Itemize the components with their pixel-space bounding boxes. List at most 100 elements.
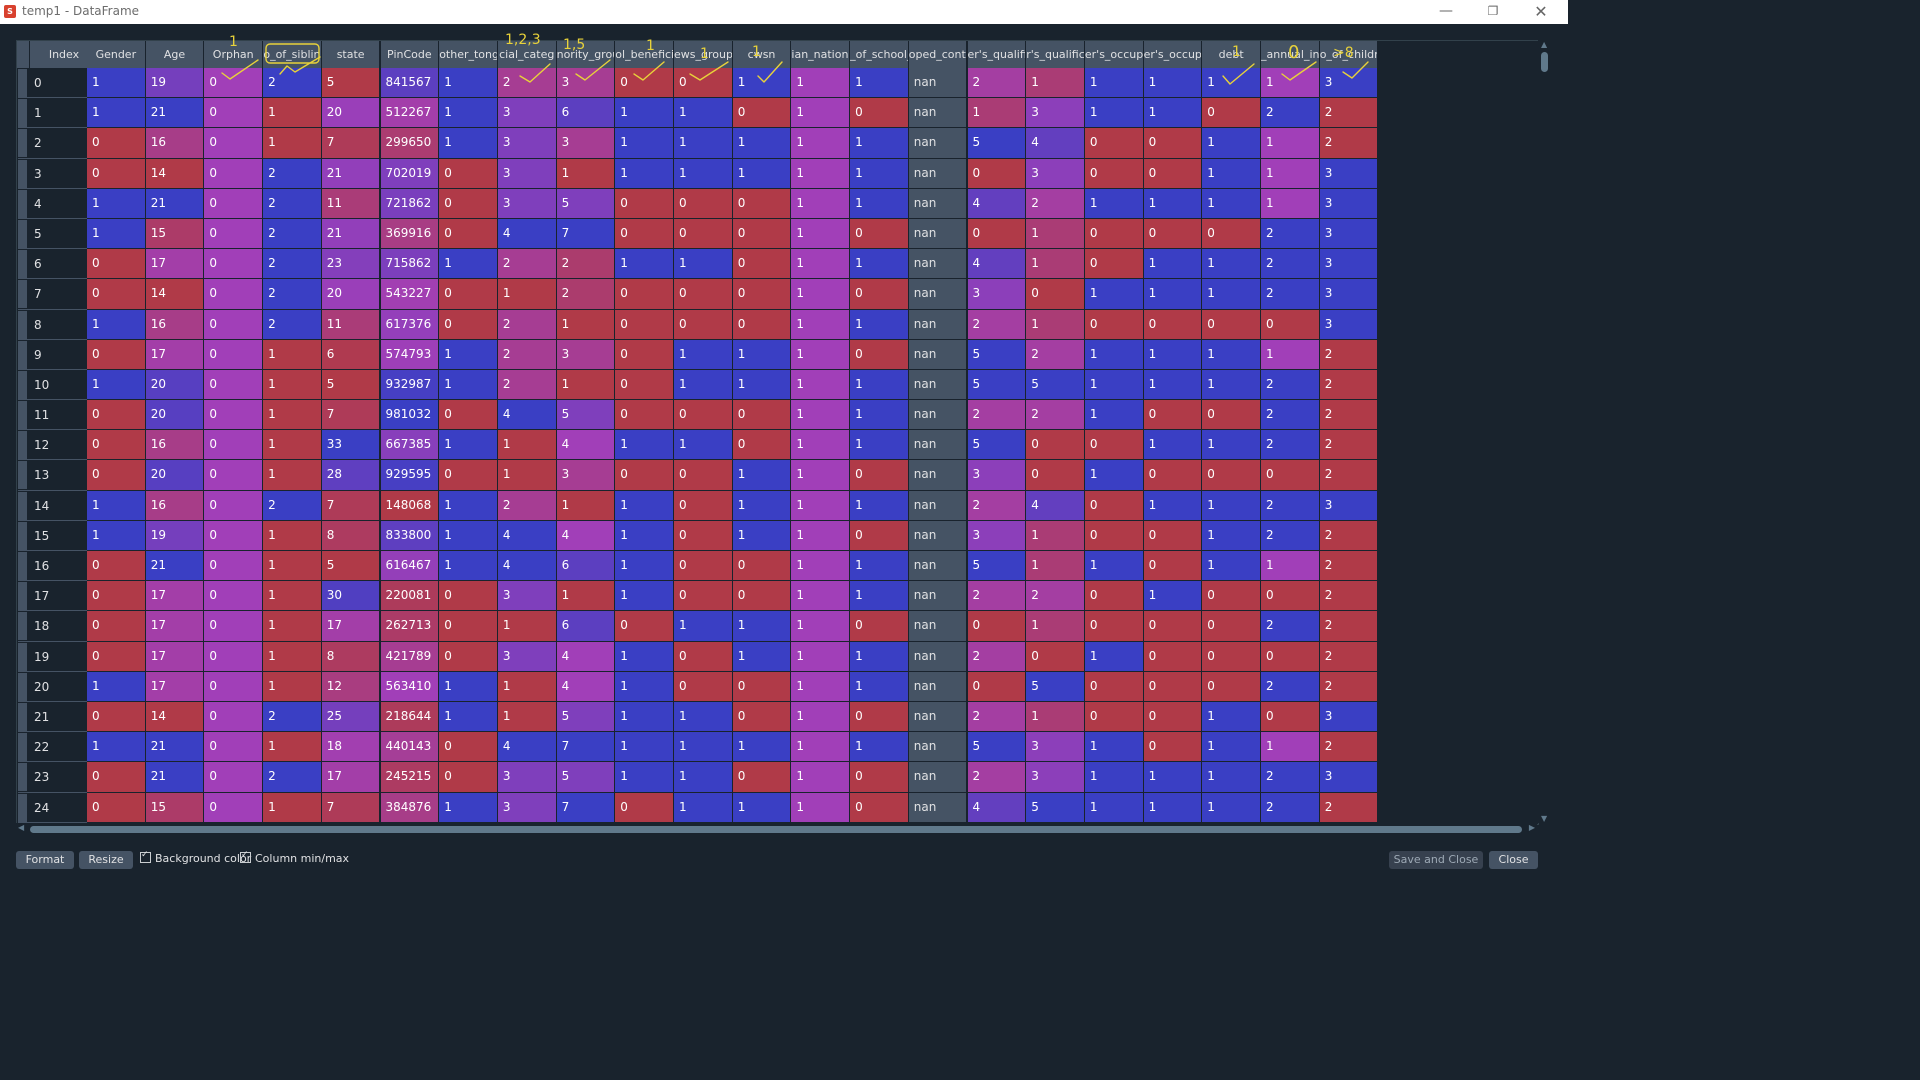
- table-cell[interactable]: 1: [615, 762, 674, 793]
- table-cell[interactable]: 0: [732, 701, 792, 733]
- table-cell[interactable]: 1: [1261, 339, 1320, 370]
- table-cell[interactable]: 1: [1202, 128, 1261, 159]
- table-cell[interactable]: 1: [1084, 551, 1144, 582]
- column-header[interactable]: o_of_childre: [1319, 41, 1379, 68]
- table-cell[interactable]: 512267: [380, 98, 440, 129]
- table-cell[interactable]: 28: [321, 460, 381, 491]
- table-cell[interactable]: 0: [1143, 218, 1203, 250]
- table-cell[interactable]: nan: [908, 611, 968, 642]
- table-cell[interactable]: 932987: [380, 369, 440, 401]
- table-cell[interactable]: 7: [556, 792, 616, 823]
- table-cell[interactable]: nan: [908, 249, 968, 280]
- table-cell[interactable]: 4: [1026, 490, 1085, 521]
- table-cell[interactable]: 440143: [380, 732, 440, 763]
- table-cell[interactable]: 1: [791, 339, 851, 370]
- table-cell[interactable]: nan: [908, 98, 968, 129]
- table-cell[interactable]: 1: [1143, 762, 1203, 793]
- table-cell[interactable]: 0: [439, 460, 498, 491]
- table-cell[interactable]: 23: [321, 249, 381, 280]
- table-cell[interactable]: 2: [1319, 641, 1379, 672]
- table-cell[interactable]: 3: [1026, 732, 1085, 763]
- column-header[interactable]: ol_beneficia: [615, 41, 674, 68]
- table-cell[interactable]: 0: [732, 249, 792, 280]
- table-cell[interactable]: 1: [439, 339, 498, 370]
- table-cell[interactable]: 2: [1261, 249, 1320, 280]
- table-cell[interactable]: 384876: [380, 792, 440, 823]
- table-cell[interactable]: 0: [1143, 701, 1203, 733]
- row-index[interactable]: 10: [18, 369, 98, 401]
- table-cell[interactable]: 2: [1319, 98, 1379, 129]
- table-cell[interactable]: nan: [908, 218, 968, 250]
- table-cell[interactable]: 1: [87, 671, 146, 702]
- table-cell[interactable]: 0: [1143, 460, 1203, 491]
- table-cell[interactable]: 2: [967, 490, 1027, 521]
- table-cell[interactable]: 1: [615, 551, 674, 582]
- table-cell[interactable]: nan: [908, 309, 968, 340]
- column-header[interactable]: cwsn: [732, 41, 792, 68]
- table-cell[interactable]: 1: [87, 369, 146, 401]
- table-cell[interactable]: 0: [1026, 279, 1085, 310]
- table-cell[interactable]: 1: [263, 581, 322, 612]
- table-cell[interactable]: 3: [1026, 158, 1085, 189]
- table-cell[interactable]: 17: [145, 671, 205, 702]
- table-cell[interactable]: 2: [263, 279, 322, 310]
- row-index[interactable]: 17: [18, 581, 98, 612]
- table-cell[interactable]: 0: [1202, 611, 1261, 642]
- row-index[interactable]: 11: [18, 400, 98, 431]
- table-cell[interactable]: 1: [850, 400, 909, 431]
- table-cell[interactable]: 1: [732, 68, 792, 99]
- table-cell[interactable]: 2: [497, 339, 557, 370]
- table-cell[interactable]: 0: [1084, 671, 1144, 702]
- table-cell[interactable]: 0: [674, 68, 733, 99]
- table-cell[interactable]: 1: [87, 98, 146, 129]
- table-cell[interactable]: 0: [204, 400, 264, 431]
- table-cell[interactable]: 21: [145, 551, 205, 582]
- table-cell[interactable]: 0: [615, 68, 674, 99]
- table-cell[interactable]: 421789: [380, 641, 440, 672]
- table-cell[interactable]: 1: [439, 98, 498, 129]
- table-cell[interactable]: 4: [497, 551, 557, 582]
- table-cell[interactable]: 1: [87, 490, 146, 521]
- table-cell[interactable]: 1: [850, 581, 909, 612]
- table-cell[interactable]: 1: [967, 98, 1027, 129]
- table-cell[interactable]: nan: [908, 671, 968, 702]
- table-cell[interactable]: 1: [791, 218, 851, 250]
- table-cell[interactable]: 0: [204, 188, 264, 219]
- minimize-button[interactable]: —: [1423, 0, 1469, 24]
- table-cell[interactable]: 3: [1319, 490, 1379, 521]
- row-index[interactable]: 8: [18, 309, 98, 340]
- table-cell[interactable]: 1: [439, 68, 498, 99]
- table-cell[interactable]: 1: [615, 490, 674, 521]
- table-cell[interactable]: 7: [321, 128, 381, 159]
- table-cell[interactable]: 1: [732, 611, 792, 642]
- table-cell[interactable]: 1: [1084, 732, 1144, 763]
- table-cell[interactable]: nan: [908, 68, 968, 99]
- table-cell[interactable]: 0: [732, 671, 792, 702]
- table-cell[interactable]: 1: [674, 732, 733, 763]
- table-cell[interactable]: 0: [732, 400, 792, 431]
- table-cell[interactable]: 1: [791, 701, 851, 733]
- table-cell[interactable]: 1: [1202, 701, 1261, 733]
- table-cell[interactable]: 15: [145, 792, 205, 823]
- column-header[interactable]: o_of_siblin: [263, 41, 322, 68]
- table-cell[interactable]: 7: [321, 490, 381, 521]
- table-cell[interactable]: 1: [263, 611, 322, 642]
- table-cell[interactable]: 1: [615, 158, 674, 189]
- table-cell[interactable]: 1: [1084, 98, 1144, 129]
- table-cell[interactable]: 2: [1319, 369, 1379, 401]
- table-cell[interactable]: 3: [556, 460, 616, 491]
- row-index[interactable]: 15: [18, 520, 98, 551]
- table-cell[interactable]: 8: [321, 641, 381, 672]
- table-cell[interactable]: 1: [791, 490, 851, 521]
- table-cell[interactable]: 0: [850, 339, 909, 370]
- table-cell[interactable]: 1: [732, 732, 792, 763]
- maximize-button[interactable]: ❐: [1470, 0, 1516, 24]
- table-cell[interactable]: 1: [732, 490, 792, 521]
- table-cell[interactable]: 0: [674, 218, 733, 250]
- column-header[interactable]: other_tong: [439, 41, 498, 68]
- table-cell[interactable]: 0: [615, 188, 674, 219]
- table-cell[interactable]: 0: [87, 460, 146, 491]
- table-cell[interactable]: 1: [1202, 249, 1261, 280]
- table-cell[interactable]: 4: [1026, 128, 1085, 159]
- table-cell[interactable]: 1: [263, 551, 322, 582]
